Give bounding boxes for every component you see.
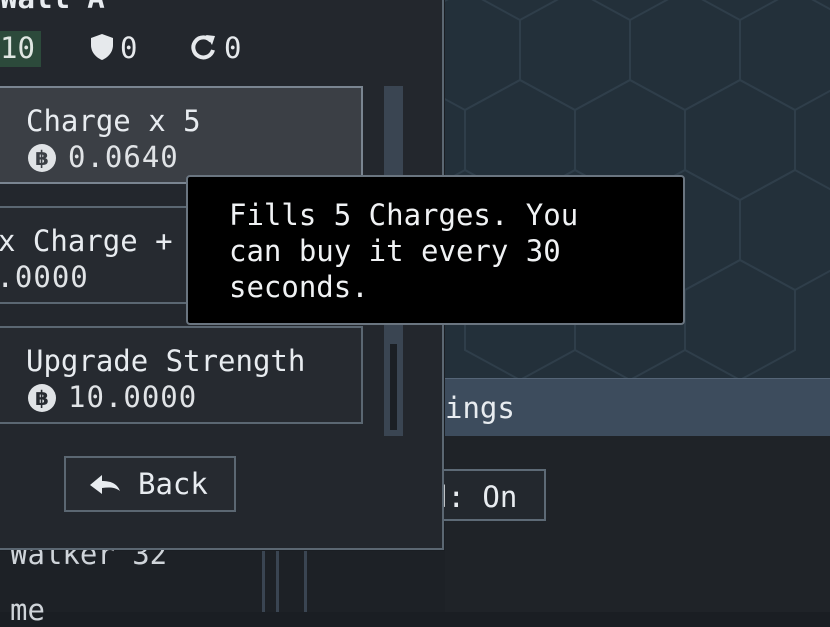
back-button-label: Back [138,467,208,501]
item-name: x Charge + [0,224,173,258]
item-price: 0.0640 [68,140,179,174]
shop-item-upgrade-strength[interactable]: Upgrade Strength ฿ 10.0000 [0,326,363,424]
shop-item-charge-x5[interactable]: Charge x 5 ฿ 0.0640 [0,86,363,184]
background-list-divider [304,551,307,612]
baht-coin-icon: ฿ [28,384,56,412]
back-arrow-icon [90,475,120,494]
background-list-divider [262,551,265,612]
shield-stat: 0 [120,31,138,65]
settings-title: ings [445,391,515,425]
panel-title: Wall A [0,0,105,15]
background-list: Walker 32 me [0,537,445,627]
shop-scrollbar-thumb[interactable] [388,342,399,432]
baht-coin-icon: ฿ [28,144,56,172]
back-button[interactable]: Back [64,456,236,512]
background-list-divider [276,551,279,612]
settings-body [445,436,830,612]
refresh-icon [191,35,215,60]
svg-text:฿: ฿ [35,386,49,410]
background-list-item[interactable]: me [10,593,45,627]
item-price: 5.0000 [0,260,89,294]
item-tooltip: Fills 5 Charges. You can buy it every 30… [186,175,685,325]
item-name: Charge x 5 [26,104,201,138]
refresh-stat: 0 [224,31,242,65]
settings-header: ings [445,378,830,437]
svg-text:฿: ฿ [35,146,49,170]
shield-icon [91,34,113,60]
money-stat: 10 [0,31,41,67]
item-price: 10.0000 [68,380,198,414]
item-name: Upgrade Strength [26,344,306,378]
tooltip-text: Fills 5 Charges. You can buy it every 30… [229,198,579,304]
